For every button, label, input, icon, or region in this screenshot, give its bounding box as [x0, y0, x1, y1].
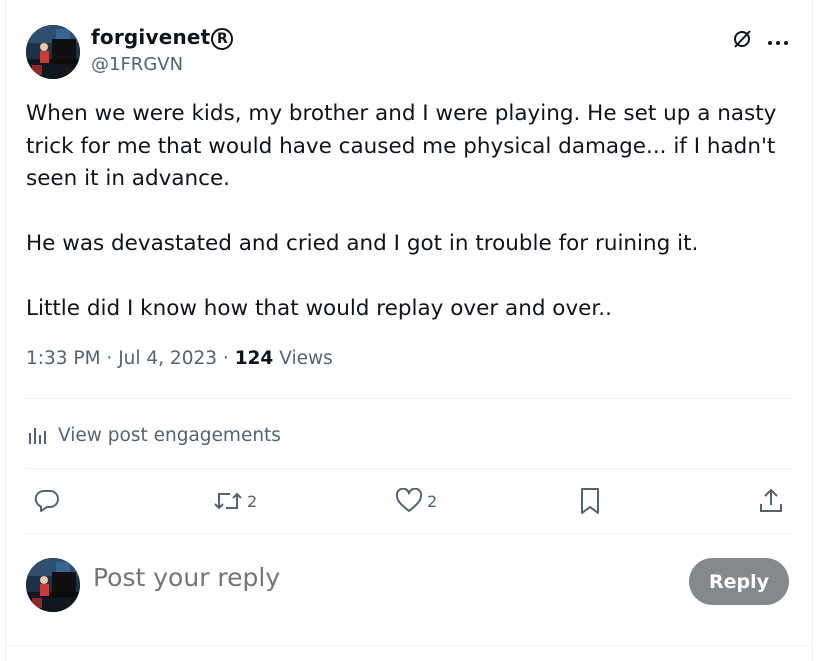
reply-icon — [34, 489, 59, 512]
post-paragraph: Little did I know how that would replay … — [26, 296, 612, 321]
share-icon — [760, 489, 782, 512]
repost-count: 2 — [247, 491, 258, 511]
analytics-icon — [29, 428, 46, 444]
meta-separator: · — [217, 348, 235, 369]
post-meta: 1:33 PM · Jul 4, 2023 · 124 Views — [26, 348, 333, 369]
divider — [5, 645, 813, 646]
pianist-avatar-icon — [26, 558, 80, 612]
view-engagements-link[interactable]: View post engagements — [28, 420, 281, 450]
views-count: 124 — [234, 348, 274, 369]
more-icon[interactable] — [767, 33, 789, 52]
like-button[interactable]: 2 — [395, 485, 437, 517]
bookmark-button[interactable] — [578, 485, 602, 517]
author-avatar[interactable] — [26, 25, 80, 79]
view-engagements-label: View post engagements — [58, 424, 281, 446]
meta-separator: · — [100, 348, 119, 369]
like-count: 2 — [427, 491, 438, 511]
post-date[interactable]: Jul 4, 2023 — [118, 348, 217, 369]
grok-icon[interactable] — [731, 28, 753, 54]
views-label: Views — [279, 348, 333, 369]
author-handle[interactable]: @1FRGVN — [91, 54, 183, 75]
post-paragraph: He was devastated and cried and I got in… — [26, 231, 699, 256]
pianist-avatar-icon — [26, 25, 80, 79]
reply-submit-button[interactable]: Reply — [689, 558, 789, 605]
author-name[interactable]: forgivenet R — [91, 25, 234, 50]
reply-input[interactable] — [93, 563, 653, 592]
reply-button[interactable] — [34, 485, 64, 517]
author-name-text: forgivenet — [91, 25, 211, 49]
post-paragraph: When we were kids, my brother and I were… — [26, 101, 777, 191]
divider — [26, 398, 792, 399]
repost-button[interactable]: 2 — [213, 485, 257, 517]
divider — [26, 533, 792, 534]
like-icon — [395, 488, 423, 512]
registered-badge: R — [211, 28, 234, 50]
repost-icon — [214, 492, 242, 510]
bookmark-icon — [581, 488, 599, 514]
divider — [26, 468, 792, 469]
user-avatar — [26, 558, 80, 612]
post-time[interactable]: 1:33 PM — [26, 348, 101, 369]
share-button[interactable] — [758, 485, 784, 517]
post-body: When we were kids, my brother and I were… — [26, 98, 796, 326]
